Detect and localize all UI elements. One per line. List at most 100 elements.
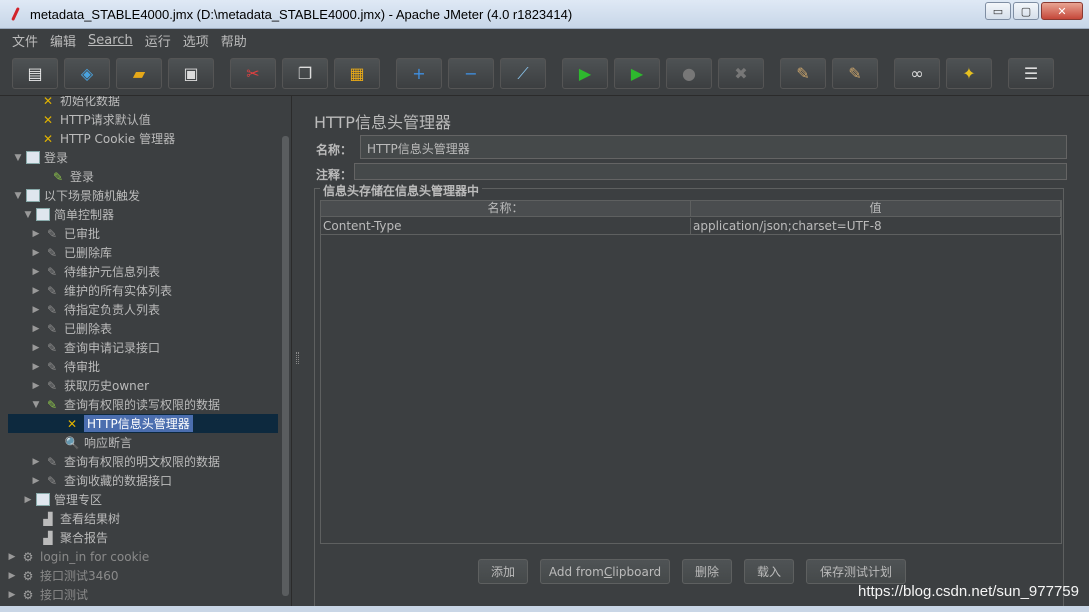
search-toolbar-button[interactable]: ∞	[894, 58, 940, 89]
tree-node[interactable]: ▶ ⚙ login_in for cookie	[7, 547, 150, 566]
paste-toolbar-button[interactable]: ▦	[334, 58, 380, 89]
thread-group-icon: ⚙	[22, 568, 34, 583]
expand-arrow-icon[interactable]: ▶	[7, 552, 17, 562]
stop-toolbar-button[interactable]: ●	[666, 58, 712, 89]
function-helper-toolbar-button[interactable]: ☰	[1008, 58, 1054, 89]
tree-node[interactable]: ▶ ✎ 维护的所有实体列表	[31, 281, 172, 300]
add-from-clipboard-button[interactable]: Add from Clipboard	[540, 559, 670, 584]
column-header-name[interactable]: 名称：	[321, 201, 691, 217]
tree-node[interactable]: ✕ HTTP信息头管理器	[8, 414, 278, 433]
collapse-arrow-icon[interactable]: ▼	[13, 153, 23, 163]
tree-node[interactable]: ▶ ⚙ 接口测试3460	[7, 566, 119, 585]
minimize-button[interactable]: ▭	[985, 2, 1011, 20]
split-pane-divider[interactable]	[292, 96, 304, 606]
tree-node-label: 接口测试	[40, 588, 89, 602]
name-field[interactable]: HTTP信息头管理器	[360, 135, 1067, 159]
tree-node[interactable]: ▶ ⚙ 接口测试	[7, 585, 88, 604]
menu-edit[interactable]: 编辑	[44, 31, 82, 50]
clear-toolbar-button[interactable]: ✎	[780, 58, 826, 89]
collapse-arrow-icon[interactable]: ▼	[31, 400, 41, 410]
tree-node[interactable]: ▶ ✎ 待指定负责人列表	[31, 300, 160, 319]
reset-search-toolbar-button[interactable]: ✦	[946, 58, 992, 89]
tree-node[interactable]: ▼ 登录	[13, 148, 68, 167]
expand-arrow-icon[interactable]: ▶	[7, 590, 17, 600]
load-button[interactable]: 载入	[744, 559, 794, 584]
delete-button[interactable]: 删除	[682, 559, 732, 584]
save-toolbar-button[interactable]: ▣	[168, 58, 214, 89]
menu-run[interactable]: 运行	[139, 31, 177, 50]
cut-toolbar-button[interactable]: ✂	[230, 58, 276, 89]
tree-node[interactable]: ▶ ✎ 获取历史owner	[31, 376, 150, 395]
tree-node[interactable]: ▼ 以下场景随机触发	[13, 186, 140, 205]
collapse-arrow-icon[interactable]: ▼	[23, 210, 33, 220]
table-cell-value[interactable]: application/json;charset=UTF-8	[691, 218, 1061, 235]
tree-node[interactable]: ▶ ✎ 已删除库	[31, 243, 112, 262]
close-button[interactable]: ✕	[1041, 2, 1083, 20]
expand-arrow-icon[interactable]: ▶	[31, 457, 41, 467]
open-toolbar-button[interactable]: ▰	[116, 58, 162, 89]
menu-file[interactable]: 文件	[6, 31, 44, 50]
comment-field[interactable]	[354, 163, 1067, 180]
expand-arrow-icon[interactable]: ▶	[31, 381, 41, 391]
sampler-disabled-icon: ✎	[46, 283, 58, 298]
templates-toolbar-button[interactable]: ◈	[64, 58, 110, 89]
tree-node[interactable]: ▶ 管理专区	[23, 490, 102, 509]
menu-search[interactable]: Search	[82, 33, 139, 48]
tree-node[interactable]: ▶ ✎ 已审批	[31, 224, 100, 243]
expand-arrow-icon[interactable]: ▶	[31, 305, 41, 315]
expand-arrow-icon[interactable]: ▶	[23, 495, 33, 505]
start-toolbar-button[interactable]: ▶	[562, 58, 608, 89]
tree-scrollbar[interactable]	[280, 96, 290, 606]
expand-arrow-icon[interactable]: ▶	[7, 571, 17, 581]
tree-node[interactable]: ✕ 初始化数据	[27, 96, 120, 110]
tree-node[interactable]: ▶ ✎ 待维护元信息列表	[31, 262, 160, 281]
tree-node[interactable]: 🔍 响应断言	[51, 433, 133, 452]
tree-node[interactable]: ▶ ✎ 已删除表	[31, 319, 112, 338]
save-test-plan-button[interactable]: 保存测试计划	[806, 559, 906, 584]
copy-toolbar-button[interactable]: ❐	[282, 58, 328, 89]
maximize-button[interactable]: ▢	[1013, 2, 1039, 20]
divider-grip[interactable]	[296, 352, 299, 364]
tree-node[interactable]: ▟ 聚合报告	[27, 528, 108, 547]
expand-arrow-icon[interactable]: ▶	[31, 248, 41, 258]
tree-scrollbar-thumb[interactable]	[282, 136, 289, 596]
menu-help[interactable]: 帮助	[215, 31, 253, 50]
tree-node[interactable]: ✕ HTTP请求默认值	[27, 110, 151, 129]
tree-node[interactable]: ▶ ✎ 待审批	[31, 357, 100, 376]
column-header-value[interactable]: 值	[691, 201, 1061, 217]
tree-node-label: 查询有权限的读写权限的数据	[64, 398, 221, 412]
tree-node[interactable]: ▶ ✎ 查询收藏的数据接口	[31, 471, 172, 490]
expand-arrow-icon[interactable]: ▶	[31, 286, 41, 296]
toggle-toolbar-button[interactable]: ⟋	[500, 58, 546, 89]
shutdown-toolbar-button[interactable]: ✖	[718, 58, 764, 89]
tree-node[interactable]: ✎ 登录	[37, 167, 94, 186]
start-no-pauses-toolbar-button[interactable]: ▶	[614, 58, 660, 89]
tree-node[interactable]: ▼ ✎ 查询有权限的读写权限的数据	[31, 395, 220, 414]
clear-all-toolbar-button[interactable]: ✎	[832, 58, 878, 89]
expand-toolbar-button[interactable]: +	[396, 58, 442, 89]
table-cell-name[interactable]: Content-Type	[321, 218, 691, 235]
expand-arrow-icon[interactable]: ▶	[31, 229, 41, 239]
save-icon: ▣	[183, 63, 199, 83]
new-toolbar-button[interactable]: ▤	[12, 58, 58, 89]
sampler-icon: ✎	[52, 169, 64, 184]
tree-node-label: login_in for cookie	[40, 549, 150, 564]
expand-arrow-icon[interactable]: ▶	[31, 362, 41, 372]
tool-icon: ✕	[42, 96, 54, 108]
tree-node[interactable]: ▶ ✎ 查询有权限的明文权限的数据	[31, 452, 220, 471]
menu-options[interactable]: 选项	[177, 31, 215, 50]
expand-arrow-icon[interactable]: ▶	[31, 476, 41, 486]
tree-node[interactable]: ▶ ✎ 查询申请记录接口	[31, 338, 160, 357]
header-manager-panel: HTTP信息头管理器 名称： HTTP信息头管理器 注释： 信息头存储在信息头管…	[304, 96, 1083, 612]
expand-arrow-icon[interactable]: ▶	[31, 267, 41, 277]
tree-node[interactable]: ▼ 简单控制器	[23, 205, 114, 224]
collapse-arrow-icon[interactable]: ▼	[13, 191, 23, 201]
collapse-toolbar-button[interactable]: −	[448, 58, 494, 89]
tree-node-label: 待审批	[64, 360, 101, 374]
tree-node[interactable]: ▟ 查看结果树	[27, 509, 120, 528]
expand-arrow-icon[interactable]: ▶	[31, 324, 41, 334]
add-button[interactable]: 添加	[478, 559, 528, 584]
tree-node[interactable]: ✕ HTTP Cookie 管理器	[27, 129, 175, 148]
expand-arrow-icon[interactable]: ▶	[31, 343, 41, 353]
tree-node-label: 查询申请记录接口	[64, 341, 161, 355]
